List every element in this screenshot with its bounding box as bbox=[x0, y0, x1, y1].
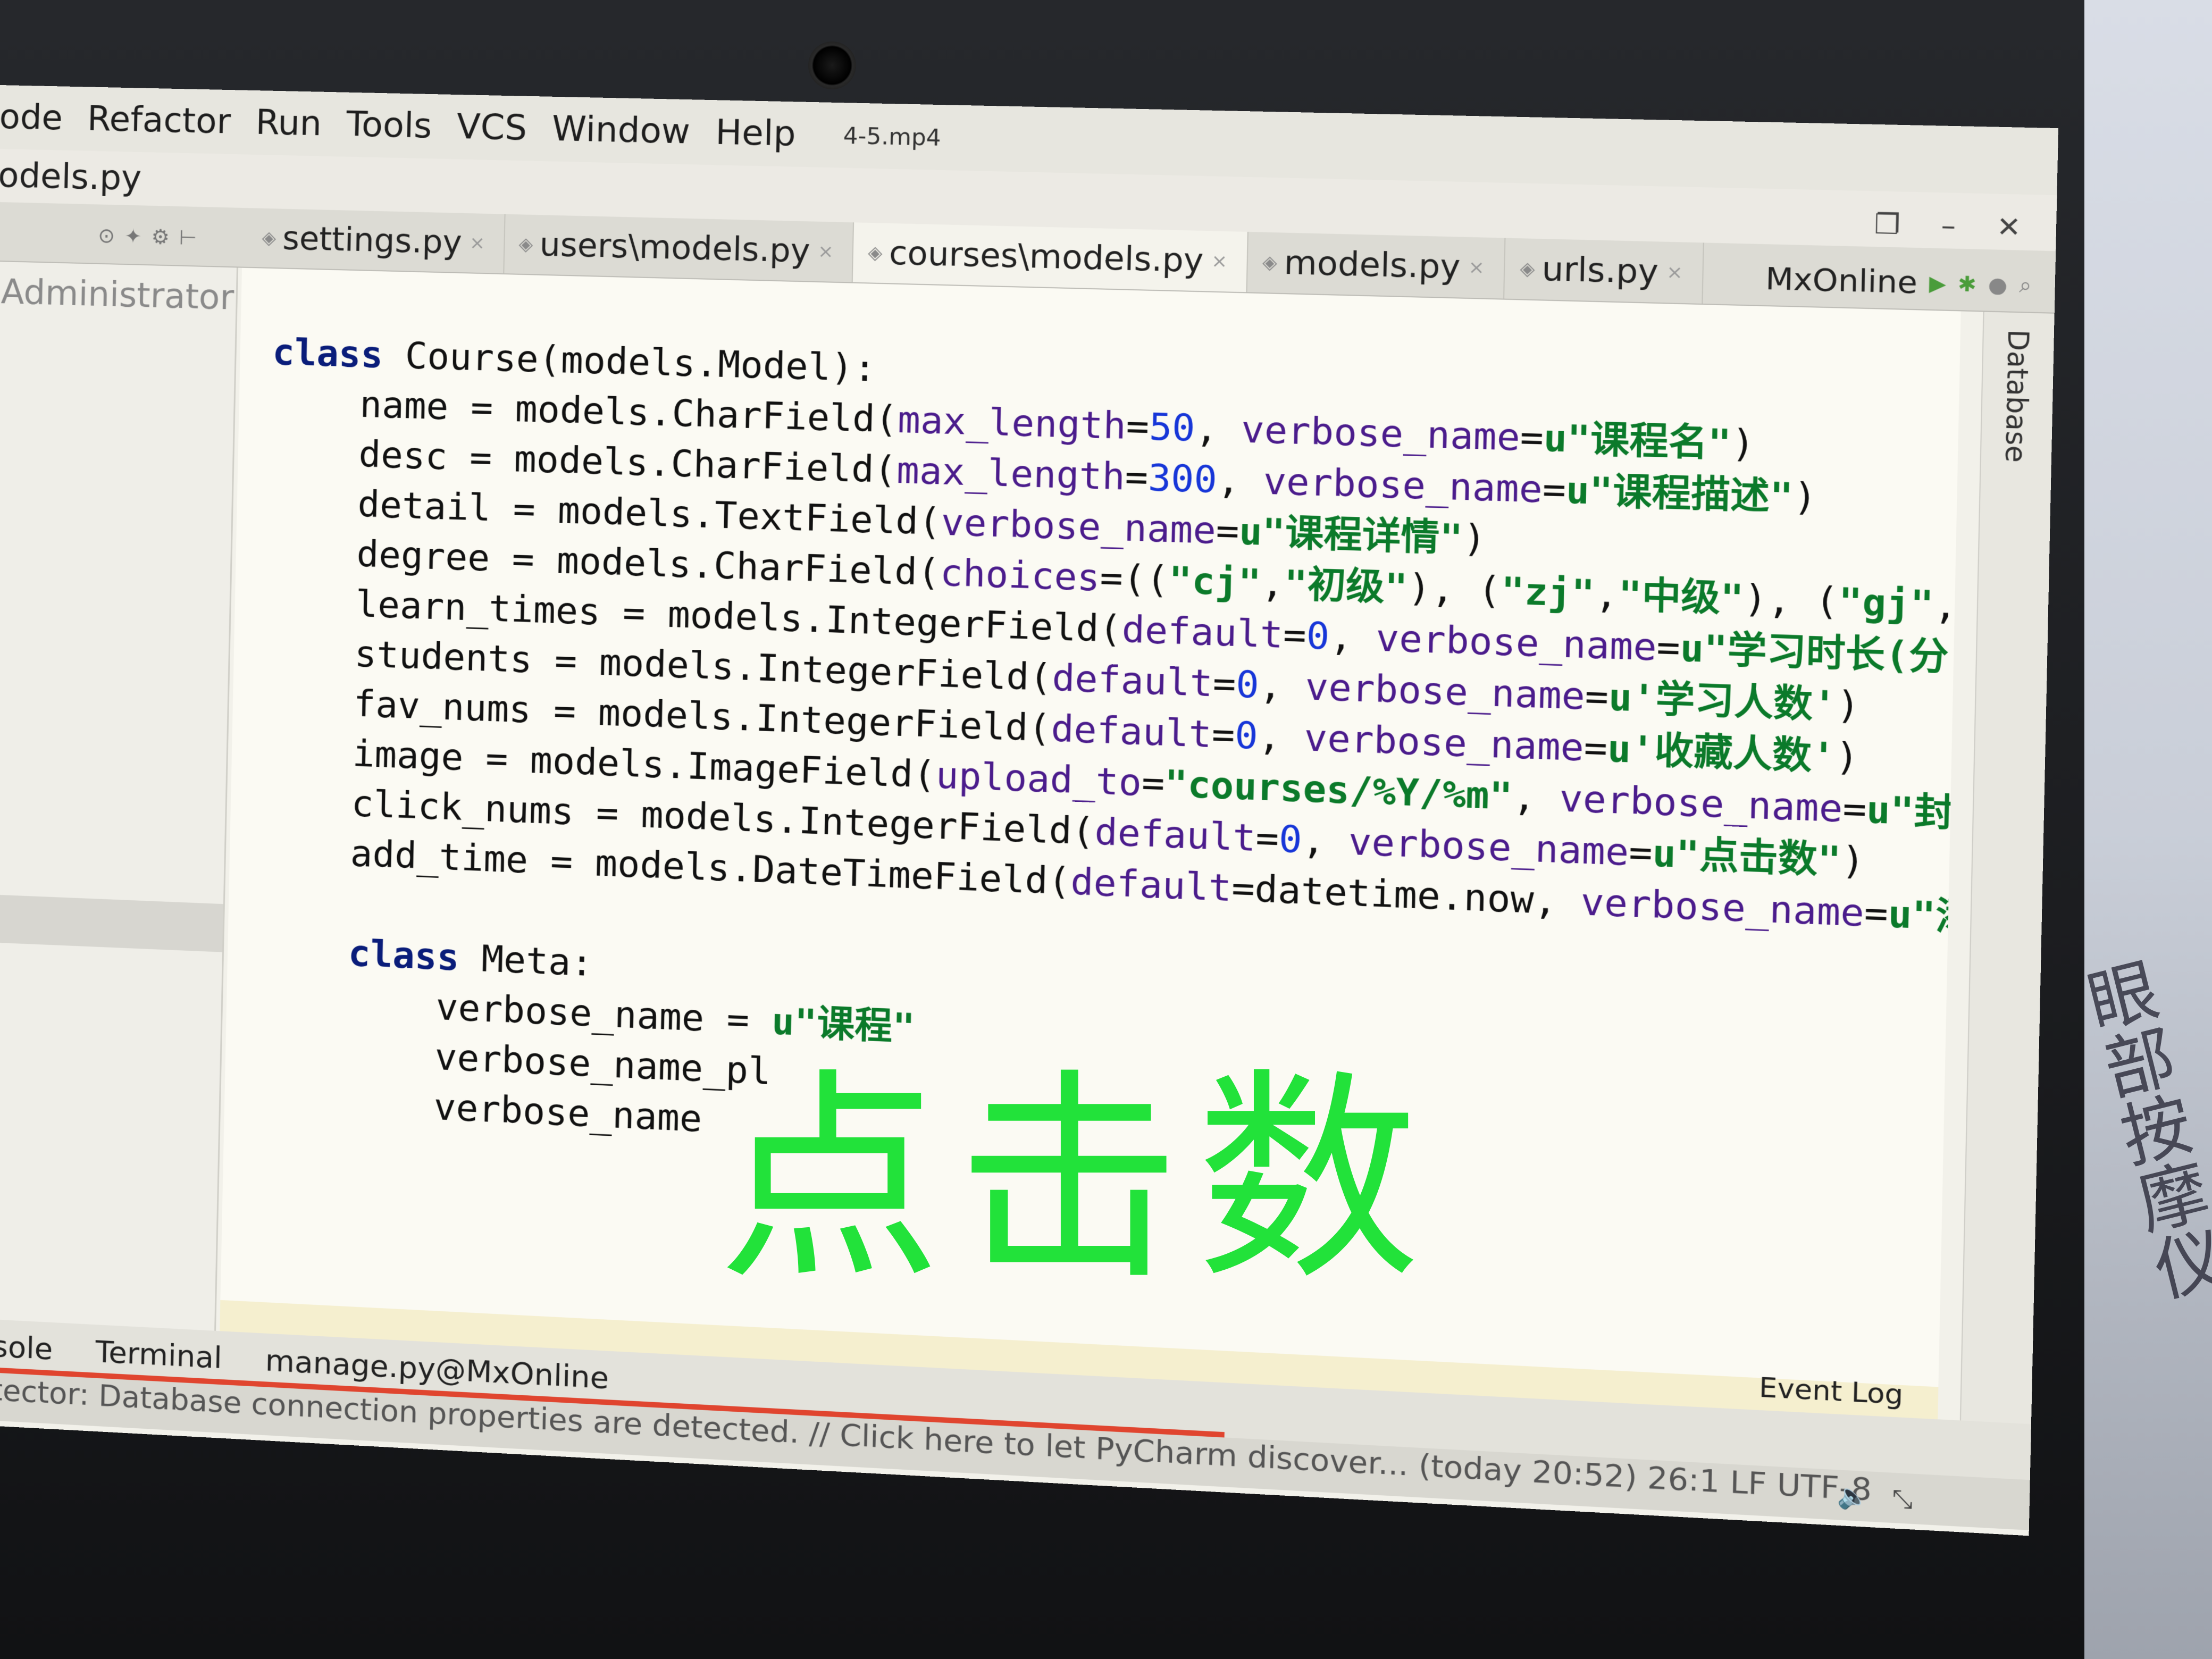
tab-close-icon[interactable]: × bbox=[1666, 261, 1683, 283]
run-config-select[interactable]: MxOnline bbox=[1765, 261, 1917, 301]
project-selected-row[interactable] bbox=[0, 894, 223, 952]
database-tool-button[interactable]: Database bbox=[1999, 329, 2035, 463]
tab-close-icon[interactable]: × bbox=[818, 240, 834, 263]
window-controls: ❐ – ✕ bbox=[1874, 208, 2021, 244]
menu-item-run[interactable]: Run bbox=[255, 103, 322, 144]
background-wall bbox=[2084, 0, 2212, 1659]
tab-label: courses\models.py bbox=[889, 234, 1204, 280]
sync-icon[interactable]: ⊙ bbox=[98, 224, 125, 248]
debug-icon[interactable]: ✱ bbox=[1957, 271, 1976, 296]
tab-models-py[interactable]: ◈ models.py × bbox=[1247, 232, 1506, 299]
laptop-screen: ode Refactor Run Tools VCS Window Help 4… bbox=[0, 85, 2059, 1536]
python-file-icon: ◈ bbox=[1520, 257, 1536, 280]
terminal-tab[interactable]: Terminal bbox=[95, 1334, 223, 1376]
tab-label: users\models.py bbox=[539, 225, 811, 271]
tab-urls-py[interactable]: ◈ urls.py × bbox=[1504, 238, 1705, 304]
tab-close-icon[interactable]: × bbox=[470, 232, 485, 254]
minimize-icon[interactable]: – bbox=[1941, 210, 1956, 242]
tab-courses-models-py[interactable]: ◈ courses\models.py × bbox=[853, 222, 1249, 292]
collapse-icon[interactable]: ✦ bbox=[124, 224, 152, 248]
menu-item-help[interactable]: Help bbox=[715, 113, 797, 155]
menu-item-vcs[interactable]: VCS bbox=[456, 107, 527, 148]
tab-label: settings.py bbox=[282, 219, 463, 262]
python-file-icon: ◈ bbox=[262, 227, 276, 249]
tab-label: models.py bbox=[1283, 244, 1461, 287]
window-title: odels.py bbox=[0, 155, 142, 199]
menu-item-refactor[interactable]: Refactor bbox=[87, 99, 231, 142]
run-configuration: MxOnline ▶ ✱ ● ⌕ bbox=[1765, 261, 2032, 304]
restore-icon[interactable]: ❐ bbox=[1874, 208, 1900, 241]
search-icon[interactable]: ⌕ bbox=[2019, 273, 2032, 298]
tab-close-icon[interactable]: × bbox=[1468, 256, 1485, 279]
project-panel: Administrator bbox=[0, 261, 238, 1337]
video-title: 4-5.mp4 bbox=[843, 122, 942, 151]
tab-close-icon[interactable]: × bbox=[1211, 250, 1228, 272]
coverage-icon[interactable]: ● bbox=[1988, 272, 2007, 297]
volume-icon[interactable]: 🔈 bbox=[1837, 1481, 1892, 1513]
fullscreen-icon[interactable]: ⤡ bbox=[1892, 1485, 1937, 1515]
settings-icon[interactable]: ⚙ bbox=[151, 225, 179, 249]
python-file-icon: ◈ bbox=[1262, 251, 1278, 274]
python-file-icon: ◈ bbox=[518, 233, 533, 255]
video-controls: 🔈⤡ bbox=[1837, 1481, 1936, 1515]
python-file-icon: ◈ bbox=[867, 241, 883, 264]
hide-icon[interactable]: ⊢ bbox=[179, 225, 206, 249]
menu-item-code[interactable]: ode bbox=[0, 97, 63, 138]
project-toolbar: ⊙✦⚙⊢ bbox=[98, 224, 207, 250]
menu-item-tools[interactable]: Tools bbox=[346, 105, 432, 146]
run-icon[interactable]: ▶ bbox=[1929, 271, 1946, 296]
webcam bbox=[808, 41, 856, 89]
tab-settings-py[interactable]: ◈ settings.py × bbox=[247, 208, 506, 274]
project-root-label[interactable]: Administrator bbox=[1, 272, 234, 318]
tab-label: urls.py bbox=[1541, 249, 1659, 292]
close-icon[interactable]: ✕ bbox=[1996, 211, 2021, 244]
menu-item-window[interactable]: Window bbox=[551, 109, 690, 152]
tab-users-models-py[interactable]: ◈ users\models.py × bbox=[504, 214, 854, 282]
video-subtitle: 点击数 bbox=[718, 1050, 1436, 1310]
console-tab[interactable]: nsole bbox=[0, 1328, 53, 1367]
